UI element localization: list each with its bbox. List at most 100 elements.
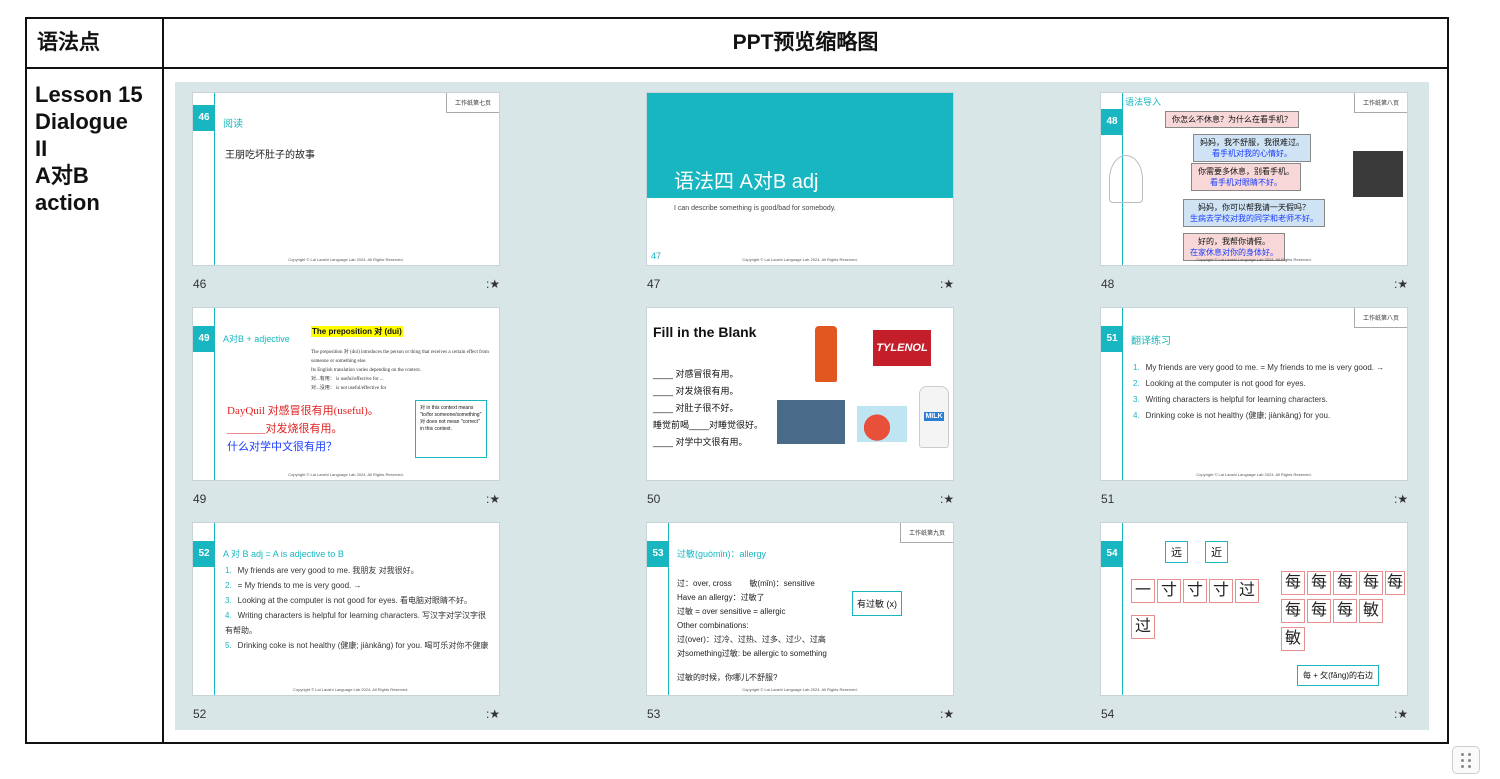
- stroke-order-char: 每: [1359, 571, 1383, 595]
- lesson-line: Lesson 15: [35, 82, 143, 107]
- blank-sentences: ____ 对感冒很有用。 ____ 对发烧很有用。 ____ 对肚子很不好。 睡…: [653, 369, 764, 447]
- slide-thumbnail-51[interactable]: 51 工作纸第八页 翻译练习 1. My friends are very goo…: [1100, 307, 1408, 481]
- stroke-order-char: 寸: [1209, 579, 1233, 603]
- slide-title: A 对 B adj = A is adjective to B: [223, 549, 344, 559]
- tylenol-box-image: TYLENOL: [873, 330, 931, 366]
- slide-footer: Copyright © Lai Laoshi Language Lab 2024…: [288, 257, 404, 262]
- slide-label-47: 47: [647, 277, 661, 291]
- table-header-row: 语法点 PPT预览缩略图: [27, 19, 1447, 69]
- mother-illustration: [1109, 155, 1143, 203]
- slide-heading: The preposition 对 (duì): [311, 326, 403, 337]
- action-line: action: [35, 190, 100, 215]
- star-icon[interactable]: :★: [940, 492, 954, 506]
- slide-label-52: 52: [193, 707, 207, 721]
- slide-number-badge: 49: [193, 326, 215, 352]
- slide-label-53: 53: [647, 707, 661, 721]
- slide-title: 阅读: [223, 119, 243, 130]
- star-icon[interactable]: :★: [486, 707, 500, 721]
- speech-bubble: 妈妈，我不舒服，我很难过。 看手机对我的心情好。: [1193, 134, 1311, 162]
- radical-note-box: 每 + 攵(fǎng)的右边: [1297, 665, 1380, 686]
- slide-thumbnail-53[interactable]: 53 工作纸第九页 过敏(guòmǐn)：allergy 过：over, cro…: [646, 522, 954, 696]
- slide-thumbnail-panel: 46 工作纸第七页 阅读 王朋吃坏肚子的故事 Copyright © Lai L…: [175, 82, 1429, 730]
- slide-label-50: 50: [647, 492, 661, 506]
- slide-footer: Copyright © Lai Laoshi Language Lab 2024…: [742, 687, 858, 692]
- star-icon[interactable]: :★: [940, 277, 954, 291]
- note-box: 对 in this context means "to/for someone/…: [415, 400, 487, 458]
- slide-title: 过敏(guòmǐn)：allergy: [677, 549, 767, 559]
- dialogue-number-line: II: [35, 136, 48, 161]
- stroke-order-char: 每: [1281, 599, 1305, 623]
- slide-title: 翻译练习: [1131, 336, 1171, 347]
- header-ppt-preview: PPT预览缩略图: [732, 31, 879, 54]
- slide-thumbnail-47[interactable]: 语法四 A对B adj I can describe something is …: [646, 92, 954, 266]
- far-word-box: 远: [1165, 541, 1188, 563]
- speech-photo-image: [777, 400, 845, 444]
- phone-user-photo: [1353, 151, 1403, 197]
- star-icon[interactable]: :★: [1394, 492, 1408, 506]
- watermelon-image: [857, 406, 907, 442]
- stroke-order-char: 每: [1385, 571, 1405, 595]
- near-word-box: 近: [1205, 541, 1228, 563]
- slide-footer: Copyright © Lai Laoshi Language Lab 2024…: [742, 257, 858, 262]
- worksheet-tag: 工作纸第七页: [445, 93, 499, 113]
- slide-label-49: 49: [193, 492, 207, 506]
- pattern-example-list: 1. My friends are very good to me. 我朋友 对我…: [225, 566, 489, 650]
- stroke-order-char: 过: [1131, 615, 1155, 639]
- pattern-line: A对B: [35, 163, 89, 188]
- stroke-order-char: 敏: [1359, 599, 1383, 623]
- slide-footer: Copyright © Lai Laoshi Language Lab 2024…: [288, 472, 404, 477]
- translation-list: 1. My friends are very good to me. = My f…: [1133, 363, 1385, 420]
- dialogue-line: Dialogue: [35, 109, 128, 134]
- star-icon[interactable]: :★: [1394, 277, 1408, 291]
- stroke-order-char: 每: [1333, 571, 1357, 595]
- slide-thumbnail-49[interactable]: 49 A对B + adjective The preposition 对 (du…: [192, 307, 500, 481]
- grammar-point-cell: Lesson 15 Dialogue II A对B action: [27, 69, 164, 742]
- drag-handle-icon[interactable]: [1452, 746, 1480, 774]
- slide-title: A对B + adjective: [223, 334, 290, 344]
- slide-thumbnail-46[interactable]: 46 工作纸第七页 阅读 王朋吃坏肚子的故事 Copyright © Lai L…: [192, 92, 500, 266]
- stroke-order-char: 一: [1131, 579, 1155, 603]
- stroke-order-char: 每: [1307, 599, 1331, 623]
- slide-number-badge: 52: [193, 541, 215, 567]
- slide-number-badge: 51: [1101, 326, 1123, 352]
- slide-title: Fill in the Blank: [653, 324, 757, 340]
- stroke-order-char: 每: [1307, 571, 1331, 595]
- slide-subtitle: I can describe something is good/bad for…: [674, 205, 836, 212]
- slide-thumbnail-54[interactable]: 54 远 近 一 寸 寸 寸 过 过 每 每 每 每 每 每 每 每 敏 敏 每…: [1100, 522, 1408, 696]
- worksheet-tag: 工作纸第八页: [1353, 93, 1407, 113]
- stroke-order-char: 敏: [1281, 627, 1305, 651]
- stroke-order-char: 寸: [1157, 579, 1181, 603]
- slide-label-51: 51: [1101, 492, 1115, 506]
- stroke-order-char: 寸: [1183, 579, 1207, 603]
- slide-text: 王朋吃坏肚子的故事: [225, 150, 315, 161]
- worksheet-tag: 工作纸第八页: [1353, 308, 1407, 328]
- slide-title: 语法导入: [1125, 97, 1162, 107]
- dayquil-bottle-image: [815, 326, 837, 382]
- speech-bubble: 妈妈，你可以帮我请一天假吗？ 生病去学校对我的同学和老师不好。: [1183, 199, 1325, 227]
- slide-thumbnail-48[interactable]: 48 工作纸第八页 语法导入 你怎么不休息？为什么在看手机？ 妈妈，我不舒服，我…: [1100, 92, 1408, 266]
- slide-footer: Copyright © Lai Laoshi Language Lab 2024…: [1196, 257, 1312, 262]
- slide-number-badge: 54: [1101, 541, 1123, 567]
- star-icon[interactable]: :★: [486, 277, 500, 291]
- slide-footer: Copyright © Lai Laoshi Language Lab 2024…: [1196, 472, 1312, 477]
- slide-title: 语法四 A对B adj: [674, 171, 819, 193]
- slide-thumbnail-52[interactable]: 52 A 对 B adj = A is adjective to B 1. My …: [192, 522, 500, 696]
- milk-jug-image: MILK: [919, 386, 949, 448]
- bullet-list: The preposition 对 (duì) introduces the p…: [311, 350, 489, 391]
- slide-number-badge: 48: [1101, 109, 1123, 135]
- incorrect-usage-box: 有过敏 (x): [852, 591, 902, 616]
- star-icon[interactable]: :★: [940, 707, 954, 721]
- speech-bubble: 你需要多休息，别看手机。 看手机对眼睛不好。: [1191, 163, 1301, 191]
- star-icon[interactable]: :★: [1394, 707, 1408, 721]
- stroke-order-char: 过: [1235, 579, 1259, 603]
- worksheet-tag: 工作纸第九页: [899, 523, 953, 543]
- slide-thumbnail-50[interactable]: Fill in the Blank ____ 对感冒很有用。 ____ 对发烧很…: [646, 307, 954, 481]
- slide-number-badge: 53: [647, 541, 669, 567]
- slide-label-48: 48: [1101, 277, 1115, 291]
- slide-label-46: 46: [193, 277, 207, 291]
- allergy-notes: 过：over, cross 敏(mǐn)：sensitive Have an a…: [677, 579, 827, 682]
- stroke-order-char: 每: [1333, 599, 1357, 623]
- star-icon[interactable]: :★: [486, 492, 500, 506]
- slide-footer: Copyright © Lai Laoshi Language Lab 2024…: [293, 687, 409, 692]
- speech-bubble: 你怎么不休息？为什么在看手机？: [1165, 111, 1299, 128]
